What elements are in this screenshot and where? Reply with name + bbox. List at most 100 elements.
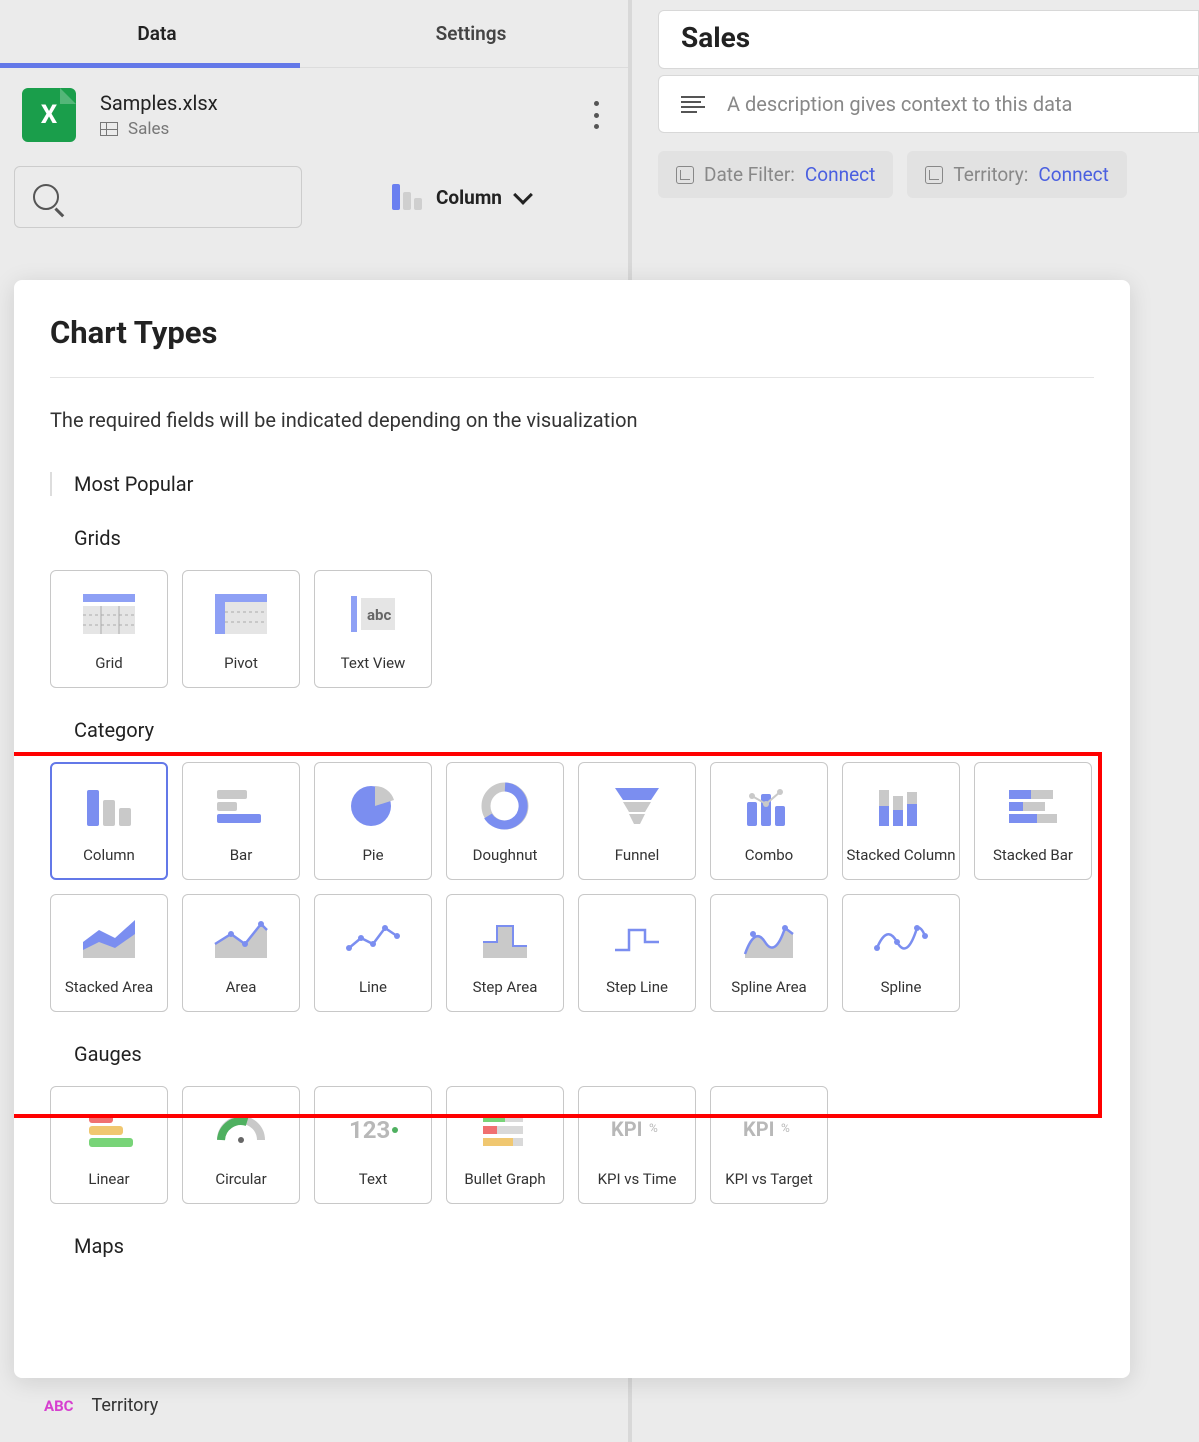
card-label: Step Line [606,978,668,996]
combo-icon [737,778,801,834]
search-row: Column [0,166,628,228]
card-label: Grid [95,654,122,672]
chart-card-funnel[interactable]: Funnel [578,762,696,880]
footer-field-name: Territory [91,1395,158,1416]
card-label: Stacked Area [65,978,153,996]
pie-icon [341,778,405,834]
chart-card-circular[interactable]: Circular [182,1086,300,1204]
chart-card-stacked-column[interactable]: Stacked Column [842,762,960,880]
grids-row: Grid Pivot abc Text View [50,570,1094,688]
date-filter-pill[interactable]: Date Filter: Connect [658,151,893,198]
chart-card-pivot[interactable]: Pivot [182,570,300,688]
card-label: Bullet Graph [464,1170,545,1188]
step-line-icon [605,910,669,966]
chart-card-linear[interactable]: Linear [50,1086,168,1204]
chart-card-column[interactable]: Column [50,762,168,880]
section-maps: Maps [50,1234,1094,1258]
search-icon [33,184,59,210]
category-row-1: Column Bar Pie Doughnut Funnel Combo Sta… [50,762,1094,880]
filter-row: Date Filter: Connect Territory: Connect [658,151,1199,198]
section-gauges: Gauges [50,1042,1094,1066]
card-label: Area [226,978,257,996]
file-row: X Samples.xlsx Sales [0,68,628,162]
card-label: KPI vs Target [725,1170,813,1188]
kpi-time-icon: KPI% [605,1102,669,1158]
card-label: Column [83,846,135,864]
svg-text:abc: abc [367,606,391,624]
table-icon [100,122,118,136]
svg-text:%: % [649,1121,658,1135]
stacked-column-icon [869,778,933,834]
viz-description-row[interactable]: A description gives context to this data [658,75,1199,133]
section-most-popular[interactable]: Most Popular [50,472,1094,496]
chart-card-stacked-bar[interactable]: Stacked Bar [974,762,1092,880]
chart-card-spline-area[interactable]: Spline Area [710,894,828,1012]
card-label: Line [359,978,387,996]
svg-text:KPI: KPI [611,1117,642,1141]
chart-card-step-area[interactable]: Step Area [446,894,564,1012]
file-name: Samples.xlsx [100,91,594,115]
chart-card-area[interactable]: Area [182,894,300,1012]
column-icon [77,778,141,834]
chart-type-label: Column [436,186,502,209]
chart-card-combo[interactable]: Combo [710,762,828,880]
svg-text:KPI: KPI [743,1117,774,1141]
tab-data[interactable]: Data [0,0,314,67]
section-grids: Grids [50,526,1094,550]
textview-icon: abc [341,586,405,642]
card-label: Stacked Bar [993,846,1073,864]
popover-hint: The required fields will be indicated de… [50,408,1094,432]
footer-field-territory[interactable]: ABC Territory [44,1395,158,1416]
area-icon [209,910,273,966]
chart-card-step-line[interactable]: Step Line [578,894,696,1012]
card-label: Text View [341,654,406,672]
chart-card-grid[interactable]: Grid [50,570,168,688]
chart-card-kpi-time[interactable]: KPI% KPI vs Time [578,1086,696,1204]
card-label: Funnel [615,846,660,864]
tabs: Data Settings [0,0,628,68]
territory-filter-connect[interactable]: Connect [1038,163,1108,186]
linear-gauge-icon [77,1102,141,1158]
chart-type-selector[interactable]: Column [374,166,548,228]
date-filter-connect[interactable]: Connect [805,163,875,186]
tab-settings-label: Settings [436,22,507,45]
chart-card-stacked-area[interactable]: Stacked Area [50,894,168,1012]
card-label: KPI vs Time [598,1170,677,1188]
search-input[interactable] [14,166,302,228]
chart-card-spline[interactable]: Spline [842,894,960,1012]
territory-filter-pill[interactable]: Territory: Connect [907,151,1127,198]
chart-card-line[interactable]: Line [314,894,432,1012]
doughnut-icon [473,778,537,834]
stacked-bar-icon [1001,778,1065,834]
chart-card-text-gauge[interactable]: 123 Text [314,1086,432,1204]
kebab-menu-icon[interactable] [594,101,600,129]
abc-type-tag: ABC [44,1397,73,1415]
card-label: Circular [215,1170,266,1188]
chart-card-bar[interactable]: Bar [182,762,300,880]
svg-text:%: % [781,1121,790,1135]
text-gauge-icon: 123 [341,1102,405,1158]
card-label: Doughnut [473,846,538,864]
column-chart-icon [392,184,422,210]
chart-card-kpi-target[interactable]: KPI% KPI vs Target [710,1086,828,1204]
section-category: Category [50,718,1094,742]
file-sheet-row: Sales [100,119,594,139]
card-label: Step Area [473,978,538,996]
chart-card-pie[interactable]: Pie [314,762,432,880]
chart-card-bullet[interactable]: Bullet Graph [446,1086,564,1204]
chart-card-textview[interactable]: abc Text View [314,570,432,688]
file-meta: Samples.xlsx Sales [100,91,594,139]
chart-card-doughnut[interactable]: Doughnut [446,762,564,880]
popover-title: Chart Types [50,314,1094,351]
divider [50,377,1094,378]
grid-icon [77,586,141,642]
svg-text:123: 123 [349,1116,390,1144]
card-label: Stacked Column [846,846,955,864]
bar-icon [209,778,273,834]
viz-title-card[interactable]: Sales [658,10,1199,69]
tab-settings[interactable]: Settings [314,0,628,67]
step-area-icon [473,910,537,966]
card-label: Text [359,1170,388,1188]
funnel-icon [605,778,669,834]
viz-title: Sales [681,21,1176,54]
